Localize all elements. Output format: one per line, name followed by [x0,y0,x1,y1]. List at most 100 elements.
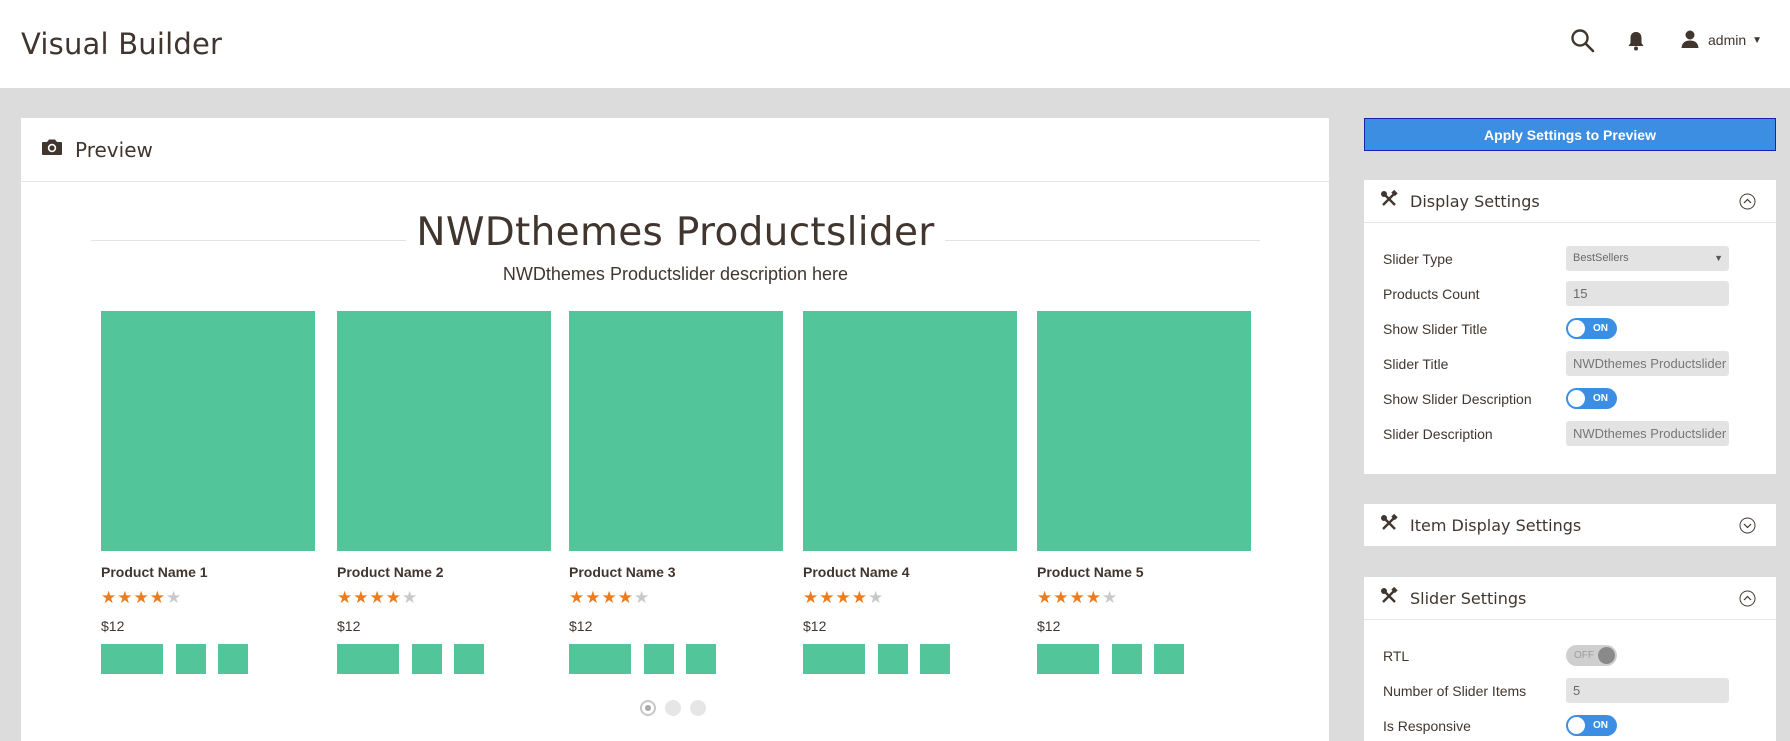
pagination-dot-1[interactable] [640,700,656,716]
is-responsive-toggle[interactable]: ON [1566,715,1617,736]
product-name[interactable]: Product Name 5 [1037,564,1251,580]
top-bar: Visual Builder admin ▼ [0,0,1790,88]
product-image[interactable] [1037,311,1251,551]
star-filled-icon: ★ [149,588,166,607]
wishlist-button[interactable] [644,644,674,674]
display-settings-header[interactable]: Display Settings [1364,180,1776,223]
products-count-label: Products Count [1383,286,1480,302]
setting-row: Show Slider Title ON [1364,318,1776,354]
product-price: $12 [337,618,361,634]
product-card[interactable]: Product Name 2 ★★★★★ $12 [337,311,551,674]
product-actions [803,644,1017,674]
toggle-state: ON [1593,720,1608,731]
product-card[interactable]: Product Name 1 ★★★★★ $12 [101,311,315,674]
rtl-toggle[interactable]: OFF [1566,645,1617,666]
product-name[interactable]: Product Name 3 [569,564,783,580]
slider-type-select[interactable]: BestSellers ▼ [1566,246,1729,271]
setting-row: RTL OFF [1364,645,1776,681]
product-actions [569,644,783,674]
user-icon [1680,29,1700,52]
chevron-up-icon[interactable] [1739,193,1756,210]
slider-title-input[interactable]: NWDthemes Productslider [1566,351,1729,376]
toggle-state: OFF [1574,650,1594,661]
add-to-cart-button[interactable] [803,644,865,674]
star-filled-icon: ★ [353,588,370,607]
star-filled-icon: ★ [385,588,402,607]
apply-settings-button[interactable]: Apply Settings to Preview [1364,118,1776,151]
slider-description-input[interactable]: NWDthemes Productslider description here [1566,421,1729,446]
product-name[interactable]: Product Name 2 [337,564,551,580]
slider-settings-header[interactable]: Slider Settings [1364,577,1776,620]
slider-type-value: BestSellers [1573,252,1629,264]
tools-icon [1380,513,1398,537]
page-title: Visual Builder [21,27,223,61]
product-image[interactable] [101,311,315,551]
star-empty-icon: ★ [402,588,419,607]
bell-icon[interactable] [1626,30,1646,52]
star-filled-icon: ★ [369,588,386,607]
wishlist-button[interactable] [878,644,908,674]
product-image[interactable] [569,311,783,551]
star-filled-icon: ★ [1069,588,1086,607]
product-card[interactable]: Product Name 5 ★★★★★ $12 [1037,311,1251,674]
star-empty-icon: ★ [166,588,183,607]
star-filled-icon: ★ [617,588,634,607]
product-name[interactable]: Product Name 4 [803,564,1017,580]
compare-button[interactable] [1154,644,1184,674]
product-image[interactable] [337,311,551,551]
compare-button[interactable] [686,644,716,674]
star-filled-icon: ★ [101,588,118,607]
product-card[interactable]: Product Name 4 ★★★★★ $12 [803,311,1017,674]
products-count-input[interactable]: 15 [1566,281,1729,306]
slider-title-label: Slider Title [1383,356,1449,372]
product-name[interactable]: Product Name 1 [101,564,315,580]
star-filled-icon: ★ [1053,588,1070,607]
slider-settings-title: Slider Settings [1410,588,1527,608]
chevron-down-icon[interactable] [1739,517,1756,534]
toggle-knob [1568,320,1585,337]
number-of-slider-items-input[interactable]: 5 [1566,678,1729,703]
product-price: $12 [569,618,593,634]
wishlist-button[interactable] [1112,644,1142,674]
add-to-cart-button[interactable] [1037,644,1099,674]
slider-type-label: Slider Type [1383,251,1453,267]
slider-description: NWDthemes Productslider description here [502,264,849,284]
star-filled-icon: ★ [1037,588,1054,607]
star-empty-icon: ★ [634,588,651,607]
star-filled-icon: ★ [1085,588,1102,607]
search-icon[interactable] [1570,28,1596,54]
add-to-cart-button[interactable] [337,644,399,674]
product-rating: ★★★★★ [569,588,783,608]
item-display-settings-header[interactable]: Item Display Settings [1364,504,1776,546]
star-filled-icon: ★ [835,588,852,607]
add-to-cart-button[interactable] [101,644,163,674]
setting-row: Products Count 15 [1364,281,1776,319]
show-slider-description-toggle[interactable]: ON [1566,388,1617,409]
star-filled-icon: ★ [601,588,618,607]
add-to-cart-button[interactable] [569,644,631,674]
slider-title: NWDthemes Productslider [406,210,945,255]
product-rating: ★★★★★ [1037,588,1251,608]
star-filled-icon: ★ [585,588,602,607]
setting-row: Slider Description NWDthemes Productslid… [1364,421,1776,459]
compare-button[interactable] [454,644,484,674]
star-filled-icon: ★ [569,588,586,607]
user-menu[interactable]: admin ▼ [1680,28,1762,52]
camera-icon [41,138,63,161]
show-slider-title-toggle[interactable]: ON [1566,318,1617,339]
product-image[interactable] [803,311,1017,551]
show-slider-title-label: Show Slider Title [1383,321,1488,337]
compare-button[interactable] [218,644,248,674]
star-empty-icon: ★ [868,588,885,607]
tools-icon [1380,586,1398,610]
chevron-up-icon[interactable] [1739,590,1756,607]
product-rating: ★★★★★ [803,588,1017,608]
compare-button[interactable] [920,644,950,674]
pagination-dot-2[interactable] [665,700,681,716]
product-card[interactable]: Product Name 3 ★★★★★ $12 [569,311,783,674]
wishlist-button[interactable] [176,644,206,674]
number-of-slider-items-label: Number of Slider Items [1383,683,1527,699]
wishlist-button[interactable] [412,644,442,674]
slider-settings-panel: Slider Settings RTL OFF Number of Slider… [1364,577,1776,741]
pagination-dot-3[interactable] [690,700,706,716]
